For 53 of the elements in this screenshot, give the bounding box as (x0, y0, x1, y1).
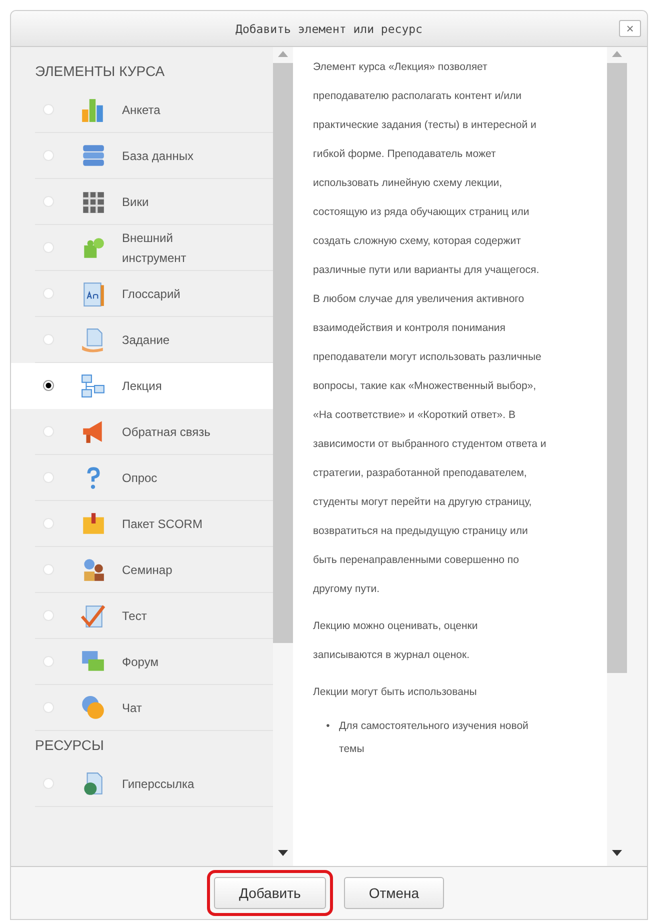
description-text: Лекцию можно оценивать, оценки записываются в журнал оценок. (313, 619, 479, 663)
option-label: Опрос (122, 470, 158, 486)
bullet-icon: • (317, 715, 339, 761)
radio-button[interactable] (43, 380, 54, 391)
close-button[interactable]: × (619, 20, 641, 37)
option-label: Форум (122, 654, 160, 670)
option-label: База данных (122, 148, 194, 164)
option-label: Лекция (122, 378, 163, 394)
module-option[interactable]: Семинар (35, 547, 273, 593)
scroll-down-arrow-icon[interactable] (278, 850, 288, 856)
scroll-up-arrow-icon[interactable] (278, 51, 288, 57)
option-label: Пакет SCORM (122, 516, 204, 532)
scroll-up-arrow-icon[interactable] (612, 51, 622, 57)
cancel-button[interactable]: Отмена (344, 877, 444, 909)
option-label: Внешний инструмент (122, 230, 188, 266)
module-option[interactable]: База данных (35, 133, 273, 179)
option-label: Вики (122, 194, 150, 210)
option-label: Задание (122, 332, 171, 348)
module-option[interactable]: Тест (35, 593, 273, 639)
document-hand-icon (80, 326, 106, 352)
module-option[interactable]: Внешний инструмент (35, 225, 273, 271)
checkmark-icon (80, 602, 106, 628)
module-option[interactable]: Гиперссылка (35, 761, 273, 807)
section-heading: РЕСУРСЫ (34, 736, 105, 755)
module-option[interactable]: Чат (35, 685, 273, 731)
option-label: Глоссарий (122, 286, 182, 302)
module-option[interactable]: Обратная связь (35, 409, 273, 455)
list-item-text: Для самостоятельного изучения новой темы (339, 719, 530, 757)
module-option[interactable]: Глоссарий (35, 271, 273, 317)
add-button[interactable]: Добавить (214, 877, 326, 909)
scrollbar-thumb[interactable] (607, 63, 627, 673)
database-icon (80, 142, 106, 168)
bar-chart-icon (80, 96, 106, 122)
scrollbar-thumb[interactable] (273, 63, 293, 643)
option-label: Чат (122, 700, 143, 716)
section-heading: ЭЛЕМЕНТЫ КУРСА (34, 62, 166, 81)
module-option[interactable]: Вики (35, 179, 273, 225)
module-option[interactable]: Лекция (11, 363, 273, 409)
dialog-title: Добавить элемент или ресурс (236, 22, 422, 36)
description-text: Лекции могут быть использованы (313, 685, 478, 700)
option-label: Семинар (122, 562, 174, 578)
module-option[interactable]: Пакет SCORM (35, 501, 273, 547)
option-label: Обратная связь (122, 424, 212, 440)
speech-bubbles-icon (80, 694, 106, 720)
package-icon (80, 510, 106, 536)
option-label: Анкета (122, 102, 162, 118)
option-label: Тест (122, 608, 148, 624)
description-text: Элемент курса «Лекция» позволяет преподавателю располагать контент и/или практические задания (тесты) в интересной и гибкой форме. Преподаватель может использовать линейную схему лекции, состоящую из ряда обучающих страниц или создать сложную схему, которая содержит различные пути или варианты для учащегося. В любом случае для увеличения активного взаимодействия и контроля понимания преподаватели могут использовать различные вопросы, такие как «Множественный выбор», «На соответствие» и «Короткий ответ». В зависимости от выбранного студентом ответа и стратегии, разработанной преподавателем, студенты могут перейти на другую страницу, возвратиться на предыдущую страницу или быть перенаправленными совершенно по другому пути. (313, 60, 548, 597)
module-option[interactable]: Форум (35, 639, 273, 685)
flowchart-icon (80, 372, 106, 398)
module-option[interactable]: Анкета (35, 87, 273, 133)
scroll-down-arrow-icon[interactable] (612, 850, 622, 856)
option-label: Гиперссылка (122, 776, 196, 792)
